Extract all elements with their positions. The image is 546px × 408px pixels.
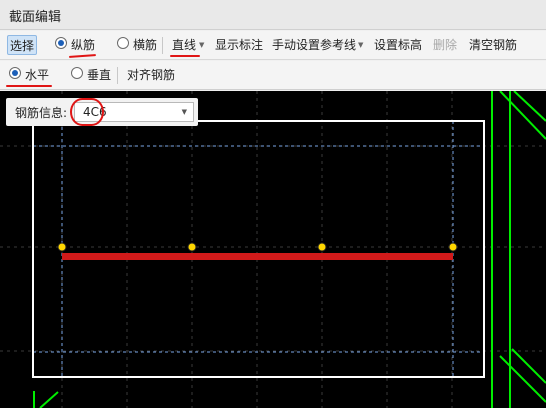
vertical-radio[interactable]: [71, 67, 83, 79]
align-rebar-button[interactable]: 对齐钢筋: [127, 67, 175, 83]
clear-rebar-button[interactable]: 清空钢筋: [469, 37, 517, 53]
rebar-point[interactable]: [448, 242, 458, 252]
rebar-point[interactable]: [317, 242, 327, 252]
line-mode-dropdown[interactable]: 直线: [172, 37, 196, 53]
section-outline[interactable]: [32, 120, 485, 378]
title-bar: 截面编辑: [0, 0, 546, 30]
section-editor-window: 截面编辑 选择 纵筋 横筋 直线 ▼ 显示标注 手动设置参考线 ▼ 设置标高 删…: [0, 0, 546, 408]
rebar-point[interactable]: [57, 242, 67, 252]
show-dims-button[interactable]: 显示标注: [215, 37, 263, 53]
transverse-radio[interactable]: [117, 37, 129, 49]
rebar-point[interactable]: [187, 242, 197, 252]
chevron-down-icon[interactable]: ▼: [358, 41, 363, 49]
annotation-underline: [6, 85, 52, 87]
radio-selected-dot: [12, 70, 18, 76]
window-title: 截面编辑: [9, 10, 62, 25]
toolbar-direction: 水平 垂直 对齐钢筋: [0, 61, 546, 90]
horizontal-rebar[interactable]: [62, 253, 453, 260]
reference-lines: [33, 121, 484, 377]
toolbar-separator: [162, 37, 163, 54]
annotation-underline: [68, 54, 97, 58]
radio-selected-dot: [58, 40, 64, 46]
longitudinal-label[interactable]: 纵筋: [71, 37, 95, 53]
toolbar-separator: [117, 67, 118, 84]
toolbar-main: 选择 纵筋 横筋 直线 ▼ 显示标注 手动设置参考线 ▼ 设置标高 删除 清空钢…: [0, 31, 546, 60]
delete-button[interactable]: 删除: [433, 37, 457, 53]
chevron-down-icon[interactable]: ▼: [182, 108, 187, 116]
horizontal-label[interactable]: 水平: [25, 67, 49, 83]
longitudinal-radio[interactable]: [55, 37, 67, 49]
transverse-label[interactable]: 横筋: [133, 37, 157, 53]
section-drawing: [0, 91, 546, 408]
chevron-down-icon[interactable]: ▼: [199, 41, 204, 49]
rebar-info-label: 钢筋信息:: [15, 106, 68, 120]
vertical-label[interactable]: 垂直: [87, 67, 111, 83]
manual-ref-line-button[interactable]: 手动设置参考线: [272, 37, 356, 53]
annotation-underline: [170, 55, 200, 57]
horizontal-radio[interactable]: [9, 67, 21, 79]
background-grid: [0, 91, 546, 408]
select-button[interactable]: 选择: [7, 35, 37, 55]
annotation-circle: [70, 98, 104, 126]
guide-lines: [33, 91, 546, 408]
set-elevation-button[interactable]: 设置标高: [374, 37, 422, 53]
drawing-canvas[interactable]: [0, 91, 546, 408]
